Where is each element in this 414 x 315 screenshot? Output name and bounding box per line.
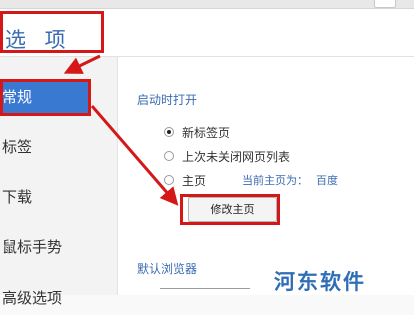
arrow-to-general [63,54,101,74]
annotation-arrows [63,54,179,206]
divider [160,288,250,289]
watermark-text: 河东软件 [274,270,366,294]
arrow-to-edit-button [90,105,179,206]
